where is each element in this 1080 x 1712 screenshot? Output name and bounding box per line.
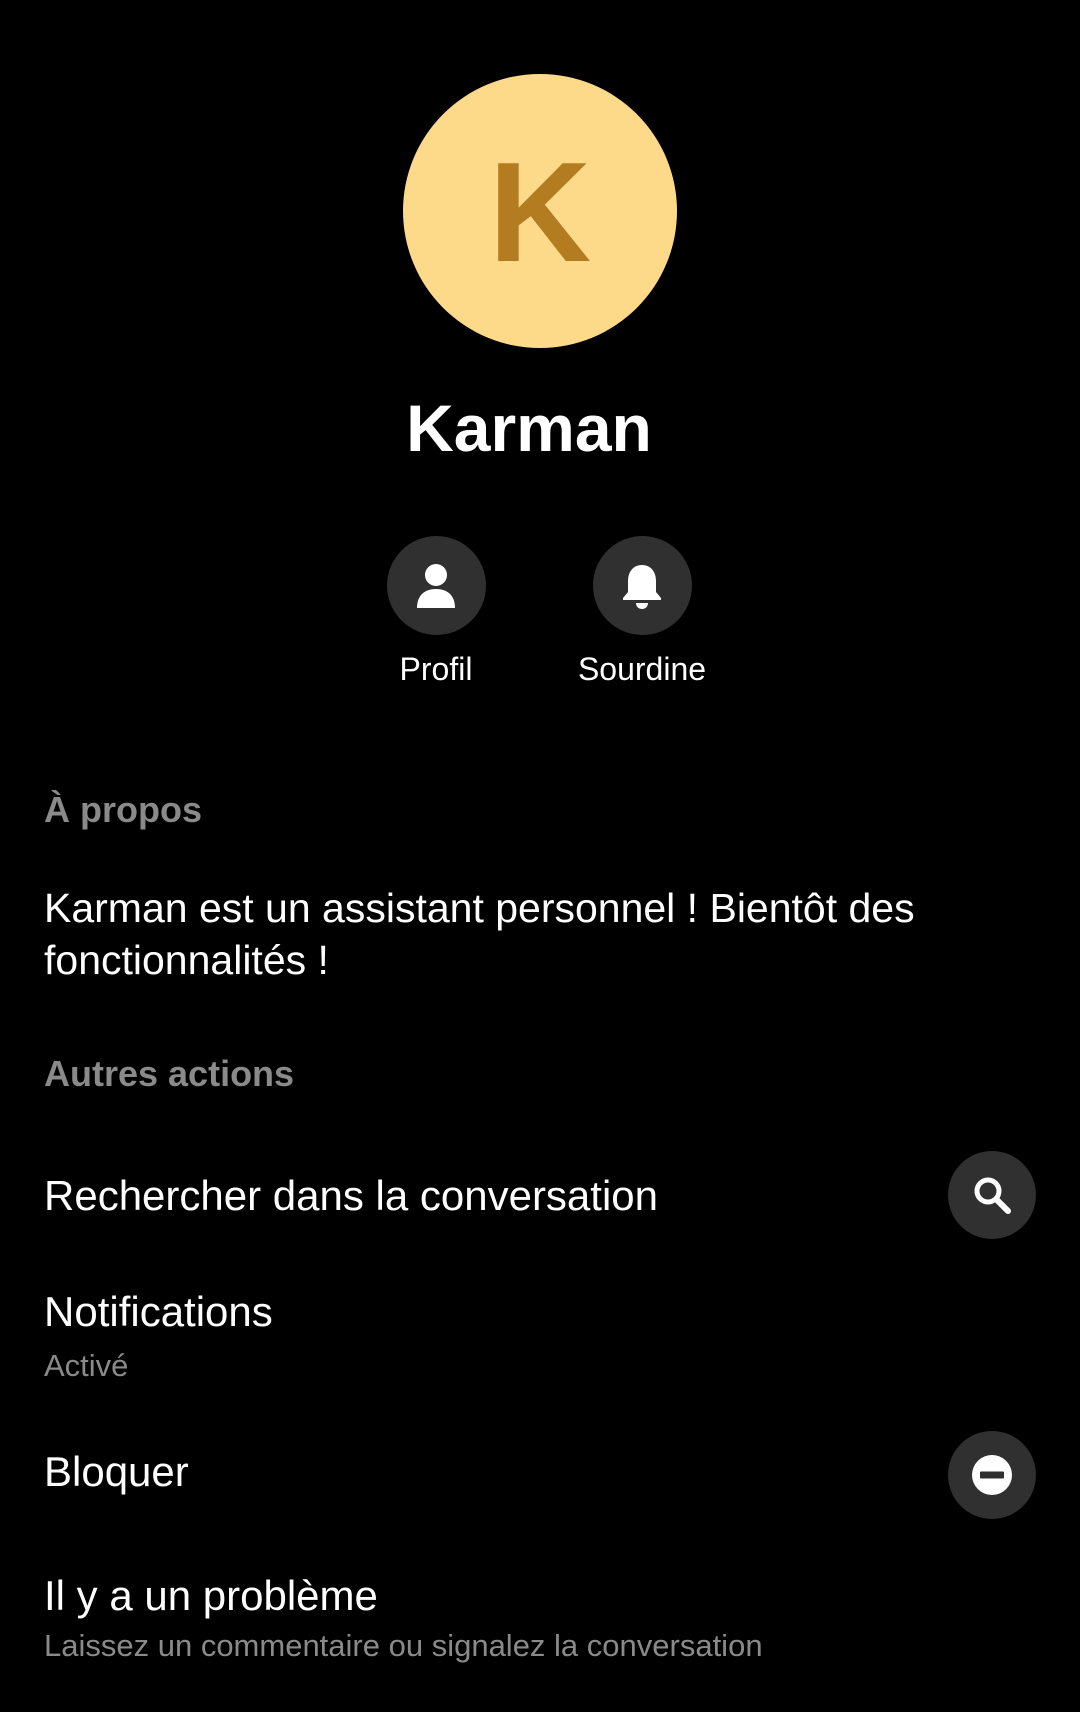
block-icon xyxy=(972,1455,1012,1495)
mute-button[interactable]: Sourdine xyxy=(552,536,732,689)
contact-name: Karman xyxy=(406,391,652,465)
search-conversation-label: Rechercher dans la conversation xyxy=(44,1172,659,1219)
person-icon xyxy=(417,563,455,608)
notifications-status: Activé xyxy=(44,1348,129,1383)
about-header: À propos xyxy=(44,789,202,830)
mute-icon-circle[interactable] xyxy=(592,536,692,635)
search-icon xyxy=(974,1177,1011,1214)
block-button[interactable] xyxy=(948,1431,1036,1519)
notifications-label: Notifications xyxy=(44,1288,273,1335)
profile-icon-circle[interactable] xyxy=(386,536,486,635)
other-actions-header: Autres actions xyxy=(44,1053,295,1094)
bell-icon xyxy=(623,564,661,609)
block-row[interactable]: Bloquer xyxy=(0,1430,1080,1520)
avatar-letter: K xyxy=(488,133,592,292)
notifications-row[interactable]: Notifications Activé xyxy=(0,1284,1080,1384)
about-text: Karman est un assistant personnel ! Bien… xyxy=(44,885,915,983)
report-problem-description: Laissez un commentaire ou signalez la co… xyxy=(44,1628,763,1663)
search-button[interactable] xyxy=(948,1151,1036,1239)
report-problem-label: Il y a un problème xyxy=(44,1572,378,1619)
profile-label: Profil xyxy=(399,651,473,687)
profile-button[interactable]: Profil xyxy=(346,536,526,689)
avatar[interactable]: K xyxy=(403,74,677,348)
block-label: Bloquer xyxy=(44,1448,189,1495)
report-problem-row[interactable]: Il y a un problème Laissez un commentair… xyxy=(0,1568,1080,1668)
search-conversation-row[interactable]: Rechercher dans la conversation xyxy=(0,1150,1080,1240)
mute-label: Sourdine xyxy=(577,651,707,687)
